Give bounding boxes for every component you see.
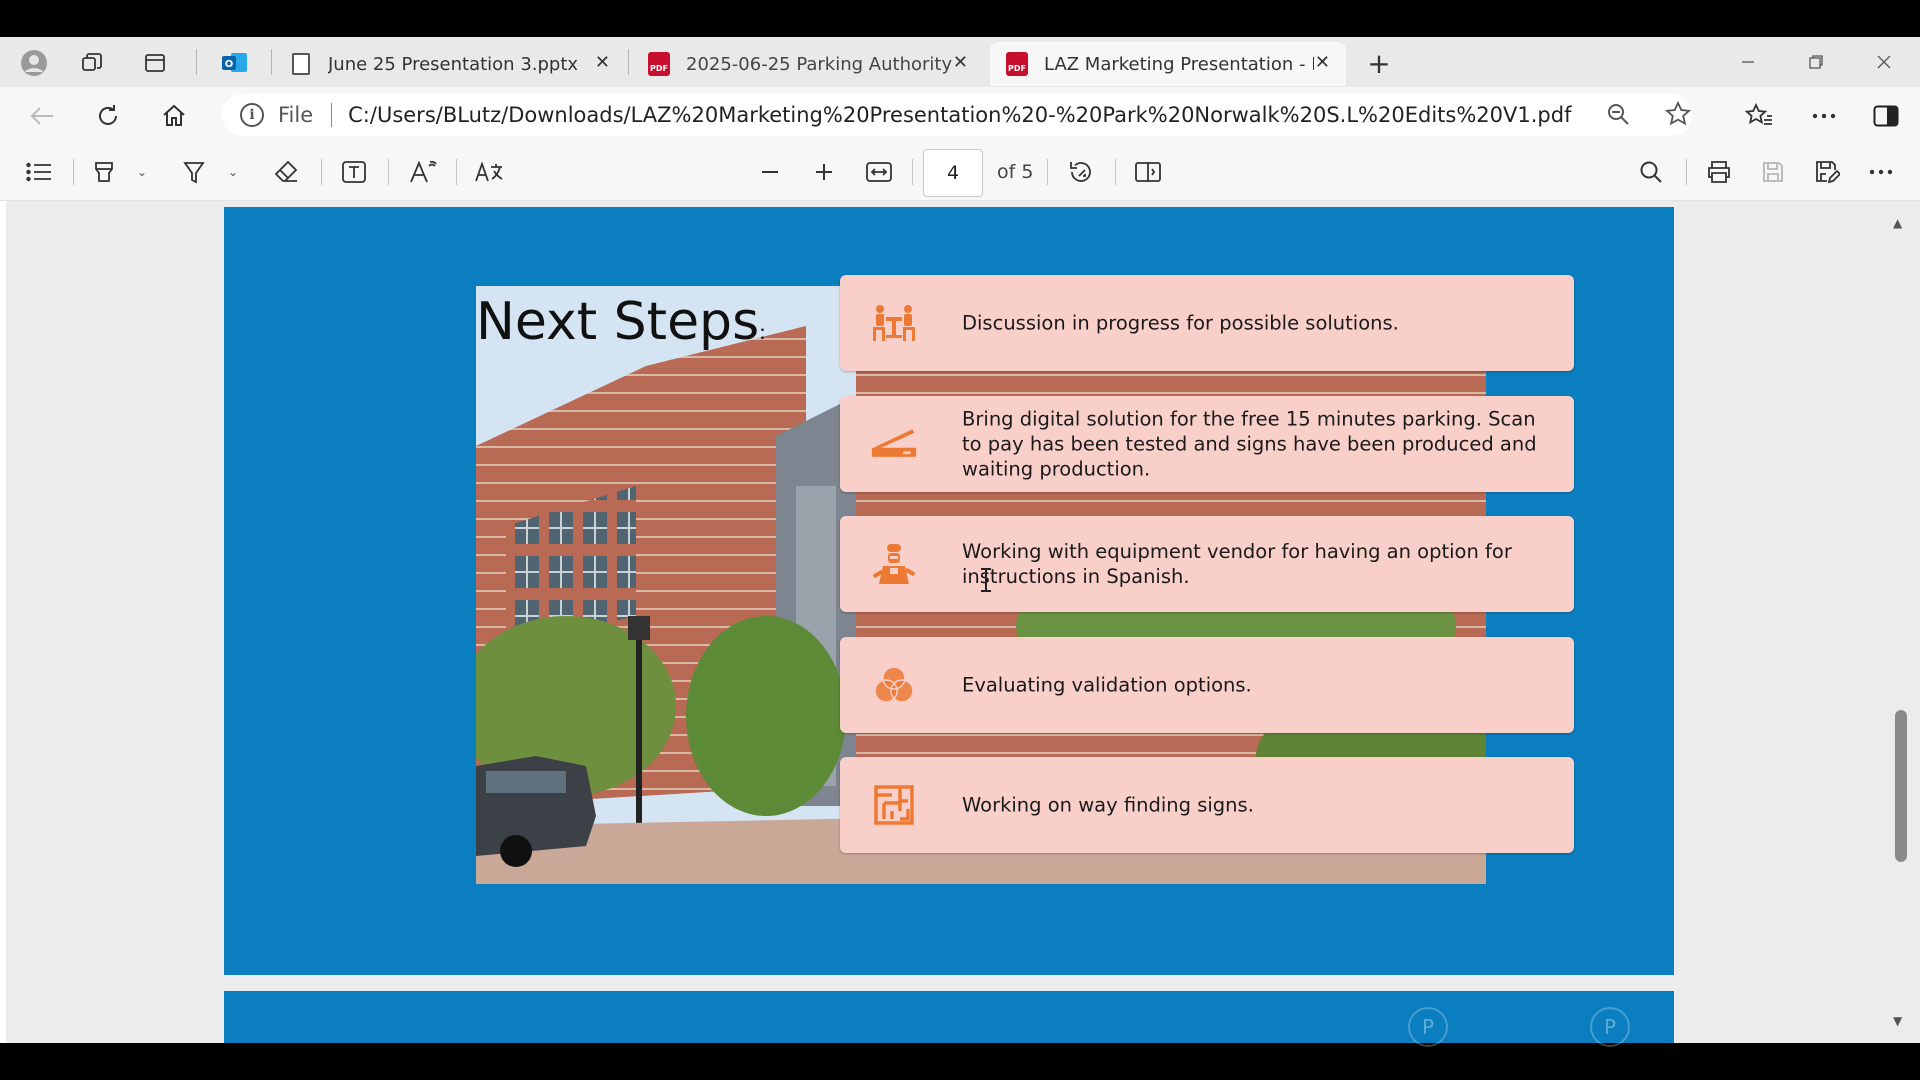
page-view-icon[interactable] <box>1131 155 1165 189</box>
divider <box>331 103 333 127</box>
scrollbar-thumb[interactable] <box>1895 710 1907 862</box>
url-scheme: File <box>278 103 314 127</box>
close-tab-icon[interactable]: ✕ <box>1315 52 1330 73</box>
save-icon[interactable] <box>1756 155 1790 189</box>
zoom-in-icon[interactable] <box>807 155 841 189</box>
close-tab-icon[interactable]: ✕ <box>953 52 968 73</box>
highlight-icon[interactable] <box>87 155 121 189</box>
step-card-3: Working with equipment vendor for having… <box>840 516 1574 612</box>
refresh-button[interactable] <box>90 99 126 133</box>
favorites-icon[interactable] <box>1741 99 1777 133</box>
fit-to-width-icon[interactable] <box>862 155 896 189</box>
new-tab-icon[interactable]: + <box>1363 47 1395 80</box>
address-bar-row: i File C:/Users/BLutz/Downloads/LAZ%20Ma… <box>0 87 1920 143</box>
step-text: Evaluating validation options. <box>962 673 1252 697</box>
sidebar-icon[interactable] <box>1868 99 1904 133</box>
parking-logo-icon: P <box>1590 1007 1630 1047</box>
back-button[interactable] <box>24 99 60 133</box>
svg-text:O: O <box>225 59 234 70</box>
file-icon <box>288 51 314 77</box>
divider <box>73 159 74 185</box>
divider <box>196 49 197 75</box>
tab-laz-marketing[interactable]: PDF LAZ Marketing Presentation - Par ✕ <box>990 42 1346 86</box>
worker-icon <box>870 540 918 588</box>
close-window-icon[interactable] <box>1862 47 1906 77</box>
outlook-icon[interactable]: O <box>219 48 251 78</box>
tab-strip: O June 25 Presentation 3.pptx ✕ PDF 2025… <box>0 37 1920 87</box>
text-cursor-icon <box>981 568 991 592</box>
close-tab-icon[interactable]: ✕ <box>595 52 610 73</box>
more-options-icon[interactable] <box>1806 99 1842 133</box>
step-card-5: Working on way finding signs. <box>840 757 1574 853</box>
maze-icon <box>870 781 918 829</box>
page-number-input[interactable]: 4 <box>923 149 983 197</box>
scroll-up-icon[interactable]: ▲ <box>1893 216 1902 230</box>
viewer-edge <box>0 201 6 1043</box>
tab-parking-authority[interactable]: PDF 2025-06-25 Parking Authority Ag ✕ <box>632 42 984 86</box>
tab-label: 2025-06-25 Parking Authority Ag <box>686 53 956 75</box>
tab-pptx[interactable]: June 25 Presentation 3.pptx ✕ <box>274 42 626 86</box>
divider <box>912 159 913 185</box>
chevron-down-icon[interactable]: ⌄ <box>137 165 147 179</box>
tab-label: June 25 Presentation 3.pptx <box>328 53 579 75</box>
divider <box>1047 159 1048 185</box>
print-icon[interactable] <box>1702 155 1736 189</box>
read-aloud-icon[interactable] <box>406 155 440 189</box>
screen: O June 25 Presentation 3.pptx ✕ PDF 2025… <box>0 0 1920 1080</box>
slide-page-5 <box>224 991 1674 1043</box>
zoom-icon[interactable] <box>1598 94 1638 134</box>
step-card-1: Discussion in progress for possible solu… <box>840 275 1574 371</box>
step-text: Working with equipment vendor for having… <box>962 540 1512 588</box>
divider <box>321 159 322 185</box>
divider <box>456 159 457 185</box>
slide-title: Next Steps: <box>476 292 766 352</box>
scroll-down-icon[interactable]: ▼ <box>1893 1014 1902 1028</box>
divider <box>388 159 389 185</box>
table-of-contents-icon[interactable] <box>22 155 56 189</box>
draw-icon[interactable] <box>177 155 211 189</box>
save-as-icon[interactable] <box>1810 155 1844 189</box>
venn-icon <box>870 661 918 709</box>
step-text: Working on way finding signs. <box>962 793 1254 817</box>
restore-icon[interactable] <box>1794 47 1838 77</box>
eraser-icon[interactable] <box>270 155 304 189</box>
profile-icon[interactable] <box>18 48 50 78</box>
step-card-2: Bring digital solution for the free 15 m… <box>840 396 1574 492</box>
add-text-icon[interactable] <box>337 155 371 189</box>
search-icon[interactable] <box>1634 155 1668 189</box>
pdf-icon: PDF <box>646 51 672 77</box>
divider <box>271 49 272 75</box>
meeting-icon <box>870 299 918 347</box>
divider <box>1686 159 1687 185</box>
parking-logo-icon: P <box>1408 1007 1448 1047</box>
step-text: Bring digital solution for the free 15 m… <box>962 407 1537 481</box>
home-button[interactable] <box>156 99 192 133</box>
more-tools-icon[interactable] <box>1864 155 1898 189</box>
pdf-toolbar: ⌄ ⌄ 4 of 5 <box>0 143 1920 201</box>
chevron-down-icon[interactable]: ⌄ <box>228 165 238 179</box>
url-text[interactable]: C:/Users/BLutz/Downloads/LAZ%20Marketing… <box>348 103 1571 127</box>
translate-icon[interactable] <box>472 155 506 189</box>
scanner-icon <box>870 420 918 468</box>
page-total: of 5 <box>997 161 1034 183</box>
workspaces-icon[interactable] <box>76 48 108 78</box>
zoom-out-icon[interactable] <box>753 155 787 189</box>
divider <box>628 49 629 75</box>
pdf-icon: PDF <box>1004 51 1030 77</box>
site-info-icon[interactable]: i <box>240 103 264 127</box>
address-bar[interactable]: i File C:/Users/BLutz/Downloads/LAZ%20Ma… <box>222 94 1692 136</box>
tab-label: LAZ Marketing Presentation - Par <box>1044 53 1314 75</box>
step-text: Discussion in progress for possible solu… <box>962 311 1399 335</box>
minimize-icon[interactable] <box>1726 47 1770 77</box>
favorite-star-icon[interactable] <box>1658 94 1698 134</box>
step-card-4: Evaluating validation options. <box>840 637 1574 733</box>
divider <box>1115 159 1116 185</box>
rotate-icon[interactable] <box>1064 155 1098 189</box>
tab-actions-icon[interactable] <box>139 48 171 78</box>
